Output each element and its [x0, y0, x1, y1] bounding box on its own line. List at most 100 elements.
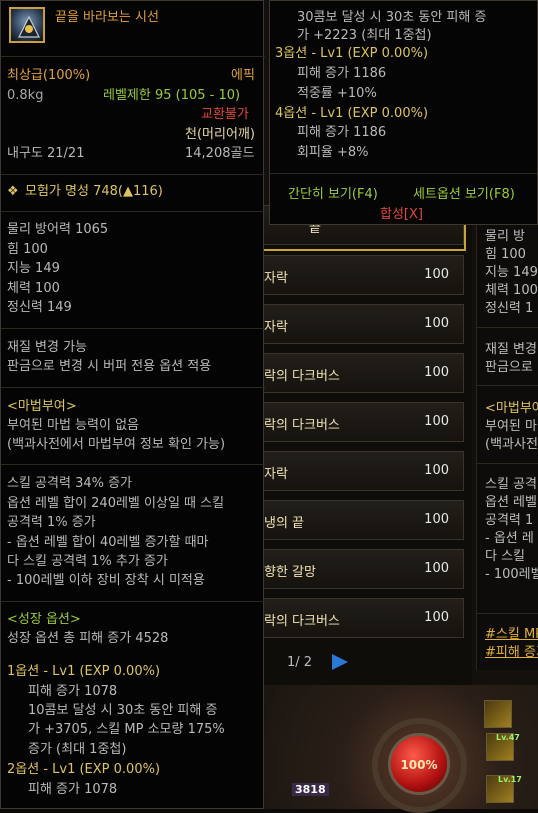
material-line: 재질 변경 가능 [7, 340, 88, 355]
row-name: 락의 다크버스 [264, 418, 340, 433]
item-icon [9, 7, 45, 43]
stat-line: 체력 100 [7, 281, 60, 296]
right-magic-header: <마법부여 [485, 401, 538, 416]
option-title: 4옵션 - Lv1 (EXP 0.00%) [275, 106, 429, 121]
option-line: 피해 증가 1078 [28, 782, 118, 797]
combine-button[interactable]: 합성[X] [380, 203, 423, 222]
magic-line: (백과사전에서 마법부여 정보 확인 가능) [7, 437, 226, 452]
row-name: 냉의 끝 [264, 516, 305, 531]
option-title: 2옵션 - Lv1 (EXP 0.00%) [7, 762, 161, 777]
combo-line: 30콤보 달성 시 30초 동안 피해 증 [297, 10, 487, 25]
right-magic: 부여된 마 [485, 419, 537, 434]
skill-line: 스킬 공격력 34% 증가 [7, 476, 133, 491]
option-line: 적중률 +10% [297, 86, 377, 101]
right-stat: 힘 100 [485, 247, 526, 262]
row-name: 락의 다크버스 [264, 614, 340, 629]
stat-line: 지능 149 [7, 261, 60, 276]
option-line: 피해 증가 1186 [297, 125, 387, 140]
right-material: 재질 변경 [485, 342, 537, 357]
option-title: 1옵션 - Lv1 (EXP 0.00%) [7, 664, 161, 679]
row-count: 100 [424, 414, 449, 429]
combo-line: 가 +2223 (최대 1중첩) [297, 28, 432, 43]
item-grade: 최상급(100%) [7, 68, 91, 83]
right-magic: (백과사전 [485, 437, 538, 452]
item-tooltip-continued: 30콤보 달성 시 30초 동안 피해 증 가 +2223 (최대 1중첩) 3… [269, 0, 538, 225]
growth-total: 성장 옵션 총 피해 증가 4528 [7, 631, 169, 646]
right-skill: - 옵션 레 [485, 531, 534, 546]
mp-value: 3818 [292, 783, 329, 796]
skill-line: - 100레벨 이하 장비 장착 시 미적용 [7, 573, 205, 588]
level-limit: 레벨제한 95 (105 - 10) [103, 88, 241, 103]
item-name: 끝을 바라보는 시선 [55, 10, 159, 25]
option-line: 피해 증가 1078 [28, 684, 118, 699]
stat-line: 힘 100 [7, 242, 48, 257]
row-count: 100 [424, 610, 449, 625]
right-stat: 지능 149 [485, 265, 538, 280]
durability: 내구도 21/21 [7, 146, 85, 161]
row-count: 100 [424, 463, 449, 478]
right-skill: 공격력 1 [485, 513, 534, 528]
list-row[interactable]: 자락 100 [264, 255, 464, 295]
item-slot: 천(머리어깨) [185, 127, 255, 142]
option-line: 증가 (최대 1중첩) [28, 742, 127, 757]
row-count: 100 [424, 512, 449, 527]
skill-level-badge: Lv.17 [498, 775, 522, 784]
magic-header: <마법부여> [7, 399, 77, 414]
option-line: 회피율 +8% [297, 145, 369, 160]
skill-level-badge: Lv.47 [496, 733, 520, 742]
option-line: 10콤보 달성 시 30초 동안 피해 증 [28, 703, 218, 718]
page-indicator: 1/ 2 [287, 655, 313, 670]
stat-line: 물리 방어력 1065 [7, 222, 109, 237]
hp-orb: 100% [388, 733, 450, 795]
right-stat: 체력 100 [485, 283, 538, 298]
item-weight: 0.8kg [7, 88, 44, 103]
set-option-view-button[interactable]: 세트옵션 보기(F8) [413, 183, 515, 202]
adventurer-fame: 모험가 명성 748(▲116) [25, 184, 163, 199]
skill-line: - 옵션 레벨 합이 40레벨 증가할 때마 [7, 535, 209, 550]
item-tooltip: 끝을 바라보는 시선 최상급(100%) 에픽 0.8kg 레벨제한 95 (1… [0, 0, 265, 809]
comparison-tooltip: 물리 방 힘 100 지능 149 체력 100 정신력 1 재질 변경 판금으… [476, 205, 538, 670]
option-line: 가 +3705, 스킬 MP 소모량 175% [28, 722, 225, 737]
row-count: 100 [424, 561, 449, 576]
option-title: 3옵션 - Lv1 (EXP 0.00%) [275, 46, 429, 61]
growth-header: <성장 옵션> [7, 612, 81, 627]
simple-view-button[interactable]: 간단히 보기(F4) [288, 183, 378, 202]
right-skill: 옵션 레벨 [485, 495, 537, 510]
fame-icon: ❖ [7, 184, 19, 199]
skill-icon[interactable] [484, 700, 512, 728]
right-stat: 정신력 1 [485, 301, 534, 316]
right-stat: 물리 방 [485, 229, 526, 244]
list-row[interactable]: 락의 다크버스 100 [264, 402, 464, 442]
row-name: 자락 [264, 271, 288, 286]
stat-line: 정신력 149 [7, 300, 72, 315]
right-skill: - 100레벨 [485, 567, 538, 582]
material-line: 판금으로 변경 시 버퍼 전용 옵션 적용 [7, 359, 212, 374]
right-tag[interactable]: #스킬 MP [485, 623, 538, 642]
skill-line: 공격력 1% 증가 [7, 515, 96, 530]
skill-line: 옵션 레벨 합이 240레벨 이상일 때 스킬 [7, 496, 225, 511]
right-skill: 다 스킬 [485, 549, 526, 564]
next-page-arrow-icon[interactable] [332, 654, 348, 670]
row-count: 100 [424, 267, 449, 282]
item-rarity: 에픽 [231, 68, 255, 83]
row-name: 락의 다크버스 [264, 369, 340, 384]
trade-status: 교환불가 [201, 107, 249, 122]
row-name: 향한 갈망 [264, 565, 316, 580]
magic-line: 부여된 마법 능력이 없음 [7, 418, 139, 433]
list-row[interactable]: 냉의 끝 100 [264, 500, 464, 540]
list-row[interactable]: 락의 다크버스 100 [264, 598, 464, 638]
item-price: 14,208골드 [185, 146, 255, 161]
right-tag[interactable]: #피해 증가 [485, 641, 538, 660]
option-line: 피해 증가 1186 [297, 66, 387, 81]
right-material: 판금으로 [485, 360, 533, 375]
right-skill: 스킬 공격 [485, 477, 537, 492]
list-row[interactable]: 향한 갈망 100 [264, 549, 464, 589]
row-count: 100 [424, 365, 449, 380]
hp-value: 100% [400, 758, 438, 772]
list-row[interactable]: 락의 다크버스 100 [264, 353, 464, 393]
row-count: 100 [424, 316, 449, 331]
row-name: 자락 [264, 320, 288, 335]
list-row[interactable]: 자락 100 [264, 451, 464, 491]
skill-line: 다 스킬 공격력 1% 추가 증가 [7, 554, 168, 569]
list-row[interactable]: 자락 100 [264, 304, 464, 344]
